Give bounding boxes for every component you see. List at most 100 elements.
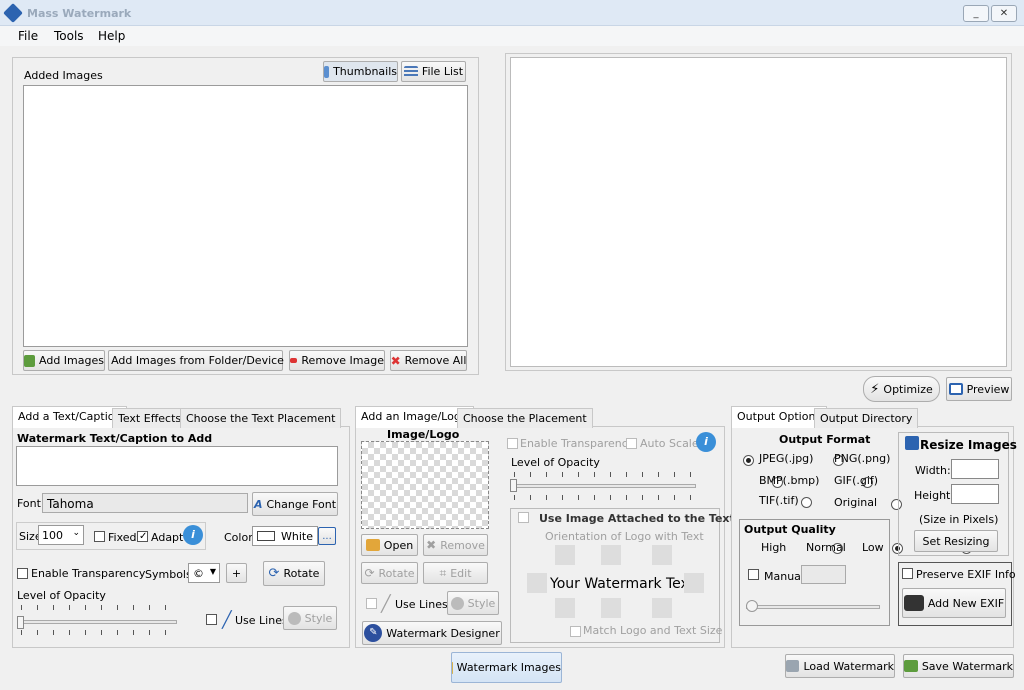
orient-bottom-right[interactable]	[652, 598, 672, 618]
text-opacity-ticks-bottom	[21, 630, 181, 635]
size-dropdown[interactable]: 100 ⌄	[38, 525, 84, 545]
menu-help[interactable]: Help	[98, 29, 125, 43]
add-images-button[interactable]: Add Images	[23, 350, 105, 371]
auto-scale-checkbox[interactable]	[626, 438, 637, 449]
adapt-checkbox[interactable]	[137, 531, 148, 542]
orient-middle-right[interactable]	[684, 573, 704, 593]
orient-middle-left[interactable]	[527, 573, 547, 593]
menu-tools[interactable]: Tools	[54, 29, 84, 43]
orient-top-right[interactable]	[652, 545, 672, 565]
add-new-exif-button[interactable]: Add New EXIF	[902, 588, 1006, 618]
title-bar	[0, 0, 1024, 26]
preview-icon	[948, 383, 963, 395]
tab-add-text[interactable]: Add a Text/Caption	[12, 406, 128, 428]
load-icon	[786, 660, 800, 672]
text-opacity-slider-thumb[interactable]	[17, 616, 24, 629]
minus-icon	[290, 358, 298, 363]
image-use-lines-checkbox[interactable]	[366, 598, 377, 609]
watermark-text-input[interactable]	[16, 446, 338, 486]
chevron-down-icon: ⌄	[72, 528, 80, 538]
tab-output-options[interactable]: Output Options	[731, 406, 828, 428]
quality-slider-track[interactable]	[746, 605, 880, 609]
image-info-icon[interactable]: i	[696, 432, 716, 452]
menu-bar	[0, 26, 1024, 46]
add-from-folder-button[interactable]: Add Images from Folder/Device	[108, 350, 284, 371]
use-lines-label: Use Lines	[235, 614, 288, 627]
quality-normal-label: Normal	[806, 541, 846, 554]
tab-output-directory[interactable]: Output Directory	[814, 408, 919, 428]
orient-bottom-center[interactable]	[601, 598, 621, 618]
save-watermark-button[interactable]: Save Watermark	[903, 654, 1014, 678]
color-label: Color	[224, 531, 253, 544]
optimize-button[interactable]: ⚡ Optimize	[863, 376, 940, 402]
format-jpeg-radio[interactable]	[743, 454, 754, 466]
image-opacity-track[interactable]	[510, 484, 696, 488]
preserve-exif-checkbox[interactable]	[902, 568, 913, 579]
symbols-dropdown[interactable]: © ▼	[188, 563, 220, 583]
remove-image-button[interactable]: Remove Image	[289, 350, 385, 371]
height-input[interactable]	[951, 484, 999, 504]
remove-all-button[interactable]: ✖ Remove All	[390, 350, 467, 371]
image-opacity-slider-thumb[interactable]	[510, 479, 517, 492]
orient-bottom-left[interactable]	[555, 598, 575, 618]
tab-text-placement[interactable]: Choose the Text Placement	[180, 408, 342, 428]
watermark-images-button[interactable]: Watermark Images	[451, 652, 562, 683]
info-icon[interactable]: i	[183, 525, 203, 545]
preserve-exif-label: Preserve EXIF Info	[916, 568, 1016, 581]
symbols-label: Symbols	[145, 568, 192, 581]
width-input[interactable]	[951, 459, 999, 479]
output-quality-heading: Output Quality	[744, 523, 836, 536]
format-tif-radio[interactable]	[801, 496, 812, 508]
change-font-button[interactable]: A Change Font	[252, 492, 338, 516]
thumbnails-icon	[324, 65, 330, 78]
menu-file[interactable]: File	[18, 29, 38, 43]
color-picker-button[interactable]: ...	[318, 527, 336, 545]
rotate-logo-button[interactable]: ⟳ Rotate	[361, 562, 418, 584]
added-images-title: Added Images	[24, 69, 103, 82]
tab-image-placement[interactable]: Choose the Placement	[457, 408, 593, 428]
image-use-lines-label: Use Lines	[395, 598, 448, 611]
text-panel-tabs: Add a Text/Caption Text Effects Choose t…	[12, 406, 350, 428]
close-button[interactable]: ✕	[991, 5, 1017, 22]
manual-quality-checkbox[interactable]	[748, 569, 759, 580]
text-transparency-checkbox[interactable]	[17, 568, 28, 579]
text-transparency-label: Enable Transparency	[31, 567, 146, 580]
match-logo-checkbox[interactable]	[570, 626, 581, 637]
orient-top-left[interactable]	[555, 545, 575, 565]
preview-canvas	[510, 57, 1007, 367]
watermark-designer-button[interactable]: ✎ Watermark Designer	[362, 621, 502, 645]
remove-x-icon: ✖	[426, 538, 437, 552]
file-list-button[interactable]: File List	[401, 61, 466, 82]
thumbnails-button[interactable]: Thumbnails	[323, 61, 398, 82]
line-icon: ╱	[222, 610, 232, 629]
rotate-text-button[interactable]: ⟳ Rotate	[263, 561, 325, 586]
use-image-attached-checkbox[interactable]	[518, 512, 529, 523]
format-png-label: PNG(.png)	[834, 452, 891, 465]
open-logo-button[interactable]: Open	[361, 534, 418, 556]
set-resizing-button[interactable]: Set Resizing	[914, 530, 998, 552]
add-symbol-button[interactable]: +	[226, 563, 247, 583]
text-opacity-track[interactable]	[17, 620, 177, 624]
load-watermark-button[interactable]: Load Watermark	[785, 654, 895, 678]
image-transparency-checkbox[interactable]	[507, 438, 518, 449]
fixed-checkbox[interactable]	[94, 531, 105, 542]
edit-logo-button[interactable]: ⌗ Edit	[423, 562, 488, 584]
image-style-button[interactable]: Style	[447, 591, 499, 615]
your-watermark-text: Your Watermark Text	[550, 576, 695, 592]
dropdown-arrow-icon: ▼	[209, 567, 216, 576]
remove-logo-button[interactable]: ✖ Remove	[423, 534, 488, 556]
text-opacity-ticks-top	[21, 605, 181, 610]
add-image-icon	[24, 354, 36, 367]
added-images-list[interactable]	[23, 85, 468, 347]
save-icon	[904, 660, 918, 672]
quality-slider-thumb[interactable]	[746, 600, 758, 612]
minimize-button[interactable]: _	[963, 5, 989, 22]
use-lines-checkbox[interactable]	[206, 614, 217, 625]
logo-preview	[361, 441, 489, 529]
orient-top-center[interactable]	[601, 545, 621, 565]
tab-text-effects[interactable]: Text Effects	[112, 408, 188, 428]
preview-button[interactable]: Preview	[946, 377, 1012, 401]
manual-quality-input[interactable]	[801, 565, 846, 584]
tab-add-image[interactable]: Add an Image/Logo	[355, 406, 474, 428]
text-style-button[interactable]: Style	[283, 606, 337, 630]
